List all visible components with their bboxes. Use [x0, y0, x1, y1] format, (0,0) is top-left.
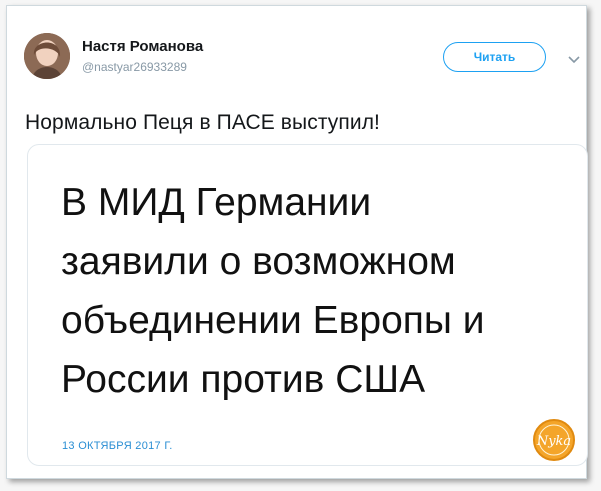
author-handle[interactable]: @nastyar26933289: [82, 60, 187, 74]
media-date: 13 ОКТЯБРЯ 2017 Г.: [62, 440, 173, 452]
headline-line: объединении Европы и: [61, 299, 485, 342]
avatar[interactable]: [24, 33, 70, 79]
headline-line: В МИД Германии: [61, 181, 372, 224]
headline-line: заявили о возможном: [61, 240, 456, 283]
media-headline: В МИД Германии заявили о возможном объед…: [61, 173, 571, 409]
chevron-down-icon[interactable]: [568, 55, 580, 65]
tweet-media[interactable]: В МИД Германии заявили о возможном объед…: [27, 144, 588, 466]
headline-line: России против США: [61, 358, 426, 401]
watermark-logo: Nyka: [533, 419, 575, 461]
follow-button[interactable]: Читать: [443, 42, 546, 72]
tweet-text: Нормально Пеця в ПАСЕ выступил!: [25, 111, 380, 134]
tweet-card: Настя Романова @nastyar26933289 Читать Н…: [6, 5, 588, 479]
svg-text:Nyka: Nyka: [536, 434, 571, 449]
author-name[interactable]: Настя Романова: [82, 38, 203, 55]
